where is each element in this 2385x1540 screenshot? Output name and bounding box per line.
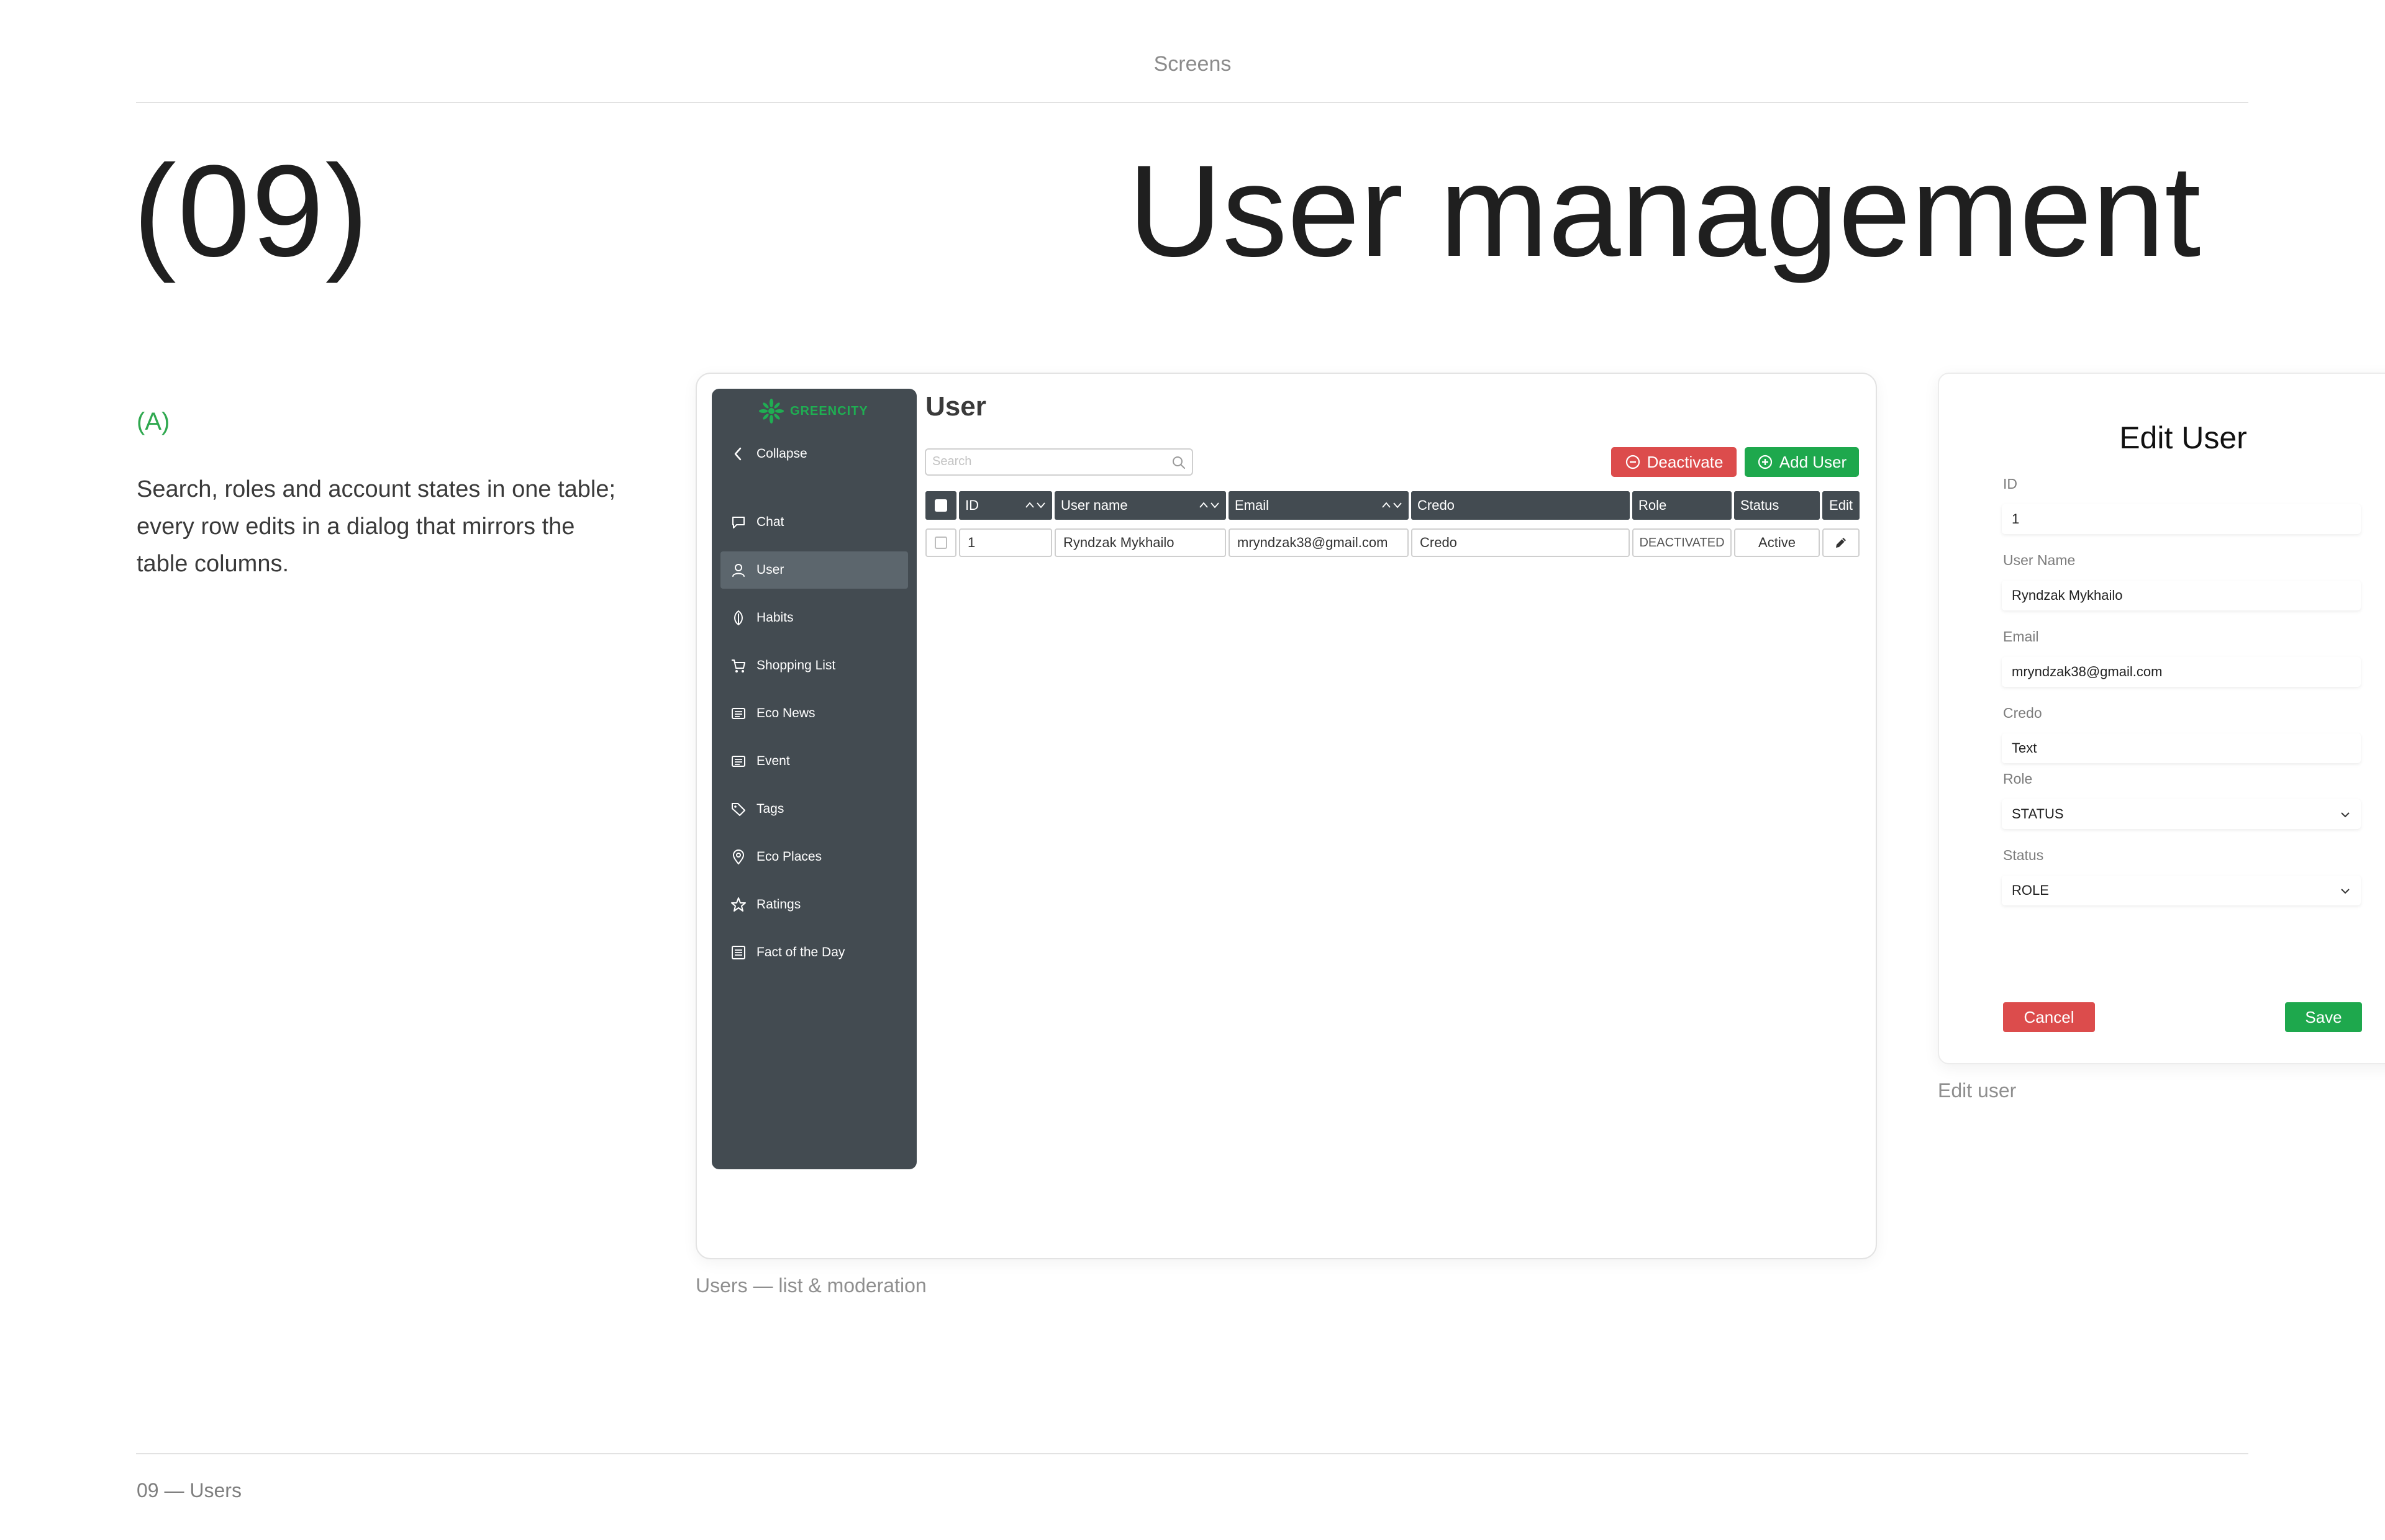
top-divider <box>136 102 2248 103</box>
sidebar-item-label: Eco News <box>756 706 815 720</box>
greencity-logo[interactable]: GREENCITY <box>758 397 882 425</box>
document-icon <box>732 946 745 959</box>
cell-role: DEACTIVATED <box>1632 528 1732 557</box>
greencity-leaf-icon <box>759 399 784 424</box>
column-header-edit: Edit <box>1822 491 1860 520</box>
users-screen-caption: Users — list & moderation <box>696 1274 927 1297</box>
sort-chevrons-icon[interactable] <box>1381 499 1402 511</box>
sidebar-item-user[interactable]: User <box>720 551 908 589</box>
status-select[interactable]: ROLE <box>2002 876 2361 905</box>
section-label: Screens <box>1153 52 1232 76</box>
column-header-email[interactable]: Email <box>1229 491 1409 520</box>
search-box <box>925 448 1193 476</box>
user-icon <box>732 564 745 577</box>
status-select-value: ROLE <box>2012 882 2049 898</box>
minus-circle-icon <box>1625 455 1640 469</box>
section-number: (09) <box>133 138 370 284</box>
cell-status: Active <box>1734 528 1820 557</box>
role-select[interactable]: STATUS <box>2002 799 2361 829</box>
section-description: Search, roles and account states in one … <box>137 476 616 577</box>
sidebar-item-label: Fact of the Day <box>756 945 845 959</box>
cell-user-name: Ryndzak Mykhailo <box>1055 528 1226 557</box>
role-label: Role <box>2003 771 2033 787</box>
chevron-down-icon <box>2341 889 2350 894</box>
chevron-left-icon <box>734 447 742 461</box>
credo-field[interactable]: Text <box>2002 733 2361 763</box>
column-header-credo[interactable]: Credo <box>1411 491 1630 520</box>
content-title: User <box>925 391 986 422</box>
map-pin-icon <box>732 849 745 865</box>
search-icon[interactable] <box>1171 455 1187 471</box>
dialog-title: Edit User <box>2119 420 2247 455</box>
edit-user-caption: Edit user <box>1938 1079 2017 1102</box>
sidebar-collapse[interactable]: Collapse <box>720 435 908 473</box>
cell-id: 1 <box>959 528 1052 557</box>
sidebar-item-eco-places[interactable]: Eco Places <box>720 838 908 876</box>
sidebar-item-label: Event <box>756 754 790 768</box>
event-icon <box>732 756 745 767</box>
add-user-button[interactable]: Add User <box>1745 447 1859 477</box>
sort-chevrons-icon[interactable] <box>1199 499 1220 511</box>
sidebar-item-label: Chat <box>756 515 784 529</box>
select-all-checkbox[interactable] <box>935 499 947 512</box>
subsection-tag: (A) <box>137 408 170 435</box>
deactivate-label: Deactivate <box>1647 452 1724 471</box>
column-header-user-name[interactable]: User name <box>1055 491 1226 520</box>
sidebar-item-tags[interactable]: Tags <box>720 790 908 828</box>
cell-credo: Credo <box>1411 528 1630 557</box>
sidebar-item-label: Tags <box>756 802 784 816</box>
leaf-icon <box>734 610 743 626</box>
sidebar-item-chat[interactable]: Chat <box>720 504 908 541</box>
bottom-divider <box>136 1453 2248 1454</box>
column-header-id[interactable]: ID <box>959 491 1052 520</box>
chat-icon <box>732 517 745 528</box>
email-label: Email <box>2003 628 2039 645</box>
plus-circle-icon <box>1758 455 1772 469</box>
pencil-icon <box>1836 538 1846 548</box>
save-button[interactable]: Save <box>2285 1002 2362 1032</box>
sidebar-item-fact-of-the-day[interactable]: Fact of the Day <box>720 934 908 971</box>
sidebar-item-label: Shopping List <box>756 658 836 673</box>
sidebar-collapse-label: Collapse <box>756 446 807 461</box>
column-header-status[interactable]: Status <box>1734 491 1820 520</box>
credo-label: Credo <box>2003 705 2042 721</box>
page-title: User management <box>1128 138 2201 284</box>
row-checkbox[interactable] <box>935 537 947 549</box>
sidebar-item-label: User <box>756 563 784 577</box>
select-all-header[interactable] <box>925 491 956 520</box>
sidebar-item-shopping-list[interactable]: Shopping List <box>720 647 908 684</box>
chevron-down-icon <box>2341 812 2350 818</box>
email-field[interactable]: mryndzak38@gmail.com <box>2002 657 2361 687</box>
sidebar-item-label: Habits <box>756 610 794 625</box>
cell-email: mryndzak38@gmail.com <box>1229 528 1409 557</box>
sidebar-item-eco-news[interactable]: Eco News <box>720 695 908 732</box>
id-field[interactable]: 1 <box>2002 504 2361 534</box>
cart-icon <box>732 659 745 673</box>
column-header-role[interactable]: Role <box>1632 491 1732 520</box>
star-icon <box>731 897 746 912</box>
status-label: Status <box>2003 847 2044 863</box>
deactivate-button[interactable]: Deactivate <box>1611 447 1737 477</box>
tag-icon <box>732 803 745 816</box>
table-row-select[interactable] <box>925 528 956 557</box>
sidebar-item-ratings[interactable]: Ratings <box>720 886 908 923</box>
search-input[interactable] <box>926 450 1162 473</box>
id-label: ID <box>2003 476 2017 492</box>
edit-row-button[interactable] <box>1822 528 1860 557</box>
sidebar-item-event[interactable]: Event <box>720 743 908 780</box>
user-name-label: User Name <box>2003 552 2076 568</box>
cancel-button[interactable]: Cancel <box>2003 1002 2095 1032</box>
sidebar-item-label: Eco Places <box>756 849 822 864</box>
sort-chevrons-icon[interactable] <box>1025 499 1046 511</box>
news-icon <box>732 708 745 719</box>
role-select-value: STATUS <box>2012 806 2064 822</box>
sidebar-item-habits[interactable]: Habits <box>720 599 908 636</box>
page-footer: 09 — Users <box>137 1479 242 1502</box>
user-name-field[interactable]: Ryndzak Mykhailo <box>2002 581 2361 610</box>
logo-text: GREENCITY <box>790 404 868 418</box>
add-user-label: Add User <box>1779 452 1847 471</box>
sidebar-item-label: Ratings <box>756 897 801 912</box>
